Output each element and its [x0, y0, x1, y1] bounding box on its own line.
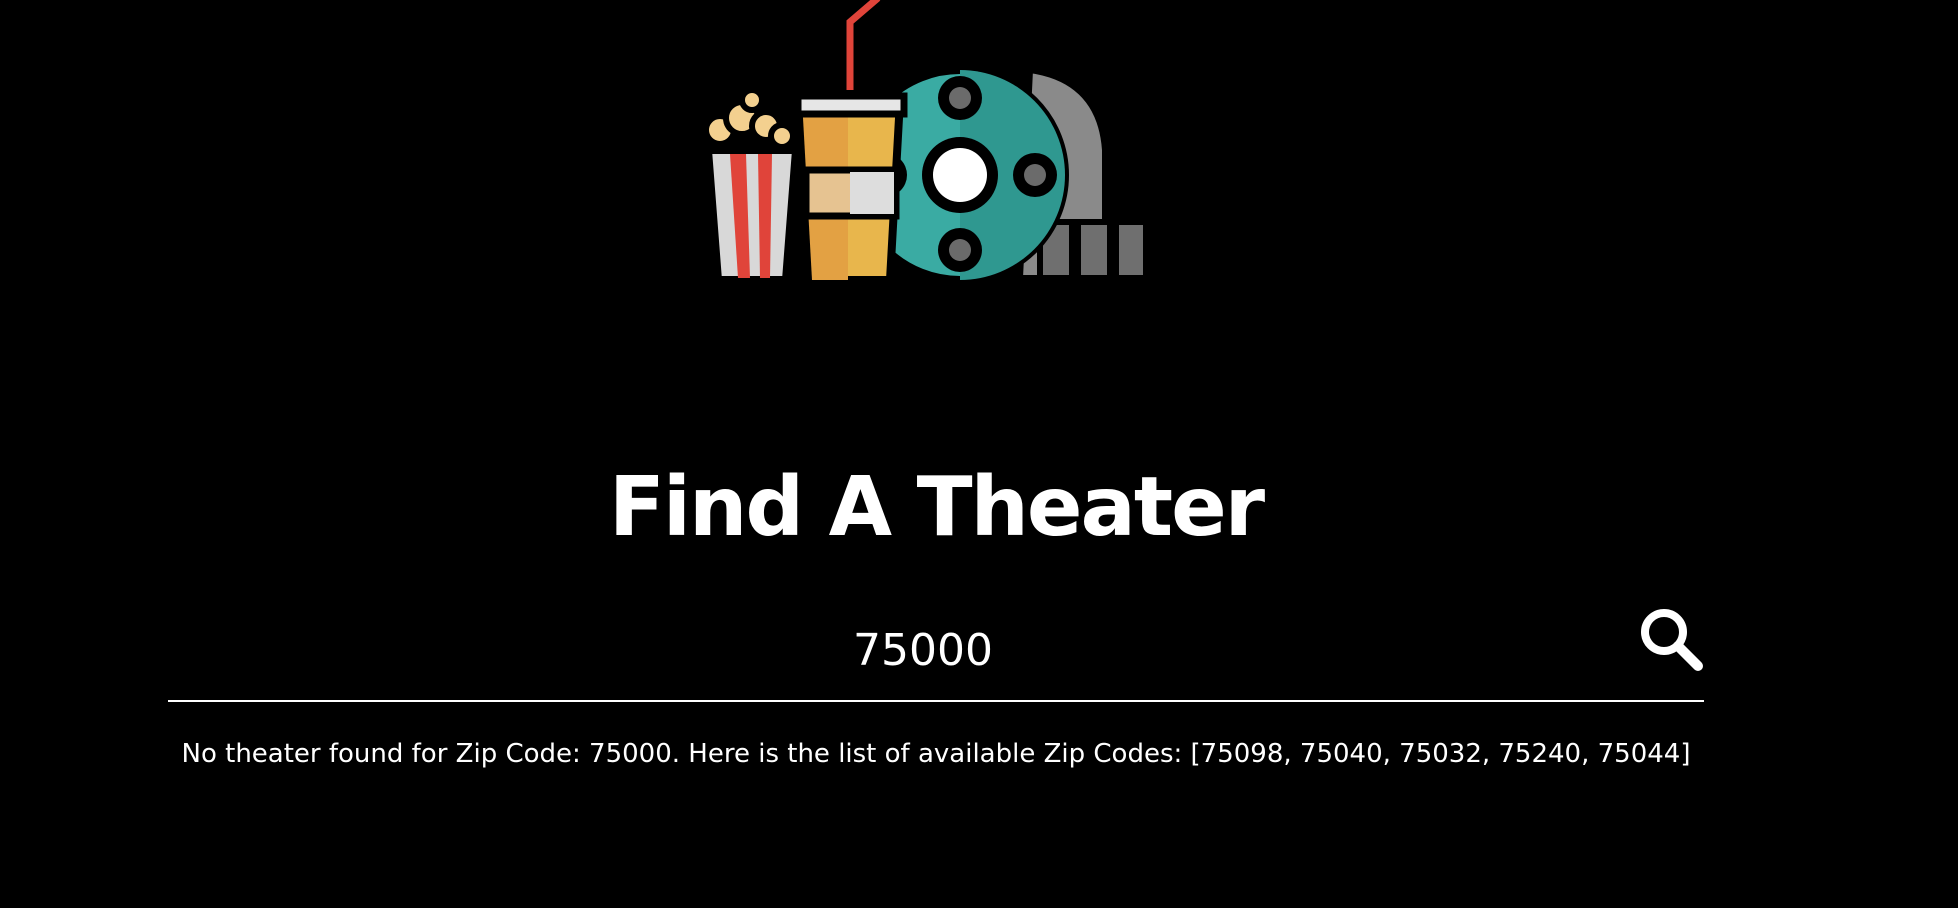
cinema-logo-icon — [700, 0, 1180, 290]
page: Find A Theater No theater found for Zip … — [0, 0, 1958, 908]
page-title: Find A Theater — [608, 460, 1265, 555]
no-results-message: No theater found for Zip Code: 75000. He… — [181, 739, 1691, 769]
zip-search-bar — [168, 604, 1704, 702]
search-icon — [1636, 604, 1708, 676]
search-button[interactable] — [1636, 604, 1708, 676]
zip-code-input[interactable] — [168, 612, 1678, 688]
